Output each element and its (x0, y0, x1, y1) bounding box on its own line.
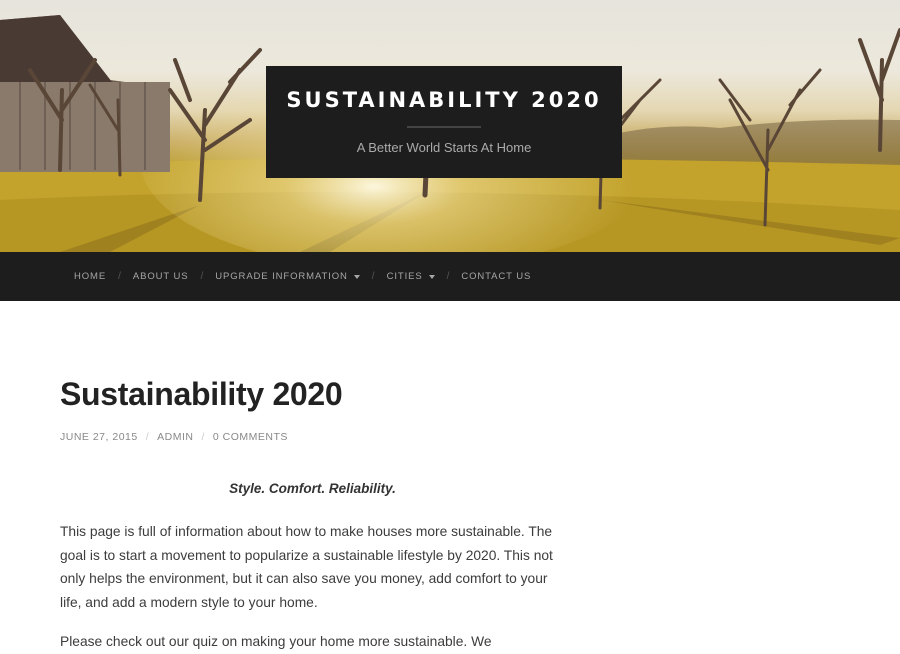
nav-item-contact-us[interactable]: CONTACT US (461, 271, 531, 282)
nav-item-upgrade-information[interactable]: UPGRADE INFORMATION (215, 271, 360, 282)
post-content: Sustainability 2020 JUNE 27, 2015 / ADMI… (60, 376, 565, 654)
nav-item-label: CITIES (386, 271, 423, 282)
nav-separator: / (118, 271, 121, 282)
nav-separator: / (200, 271, 204, 282)
nav-separator: / (446, 271, 450, 282)
dropdown-caret-icon (428, 274, 435, 279)
post-title[interactable]: Sustainability 2020 (60, 376, 565, 413)
title-divider (407, 126, 481, 128)
post-date-link[interactable]: JUNE 27, 2015 (60, 431, 138, 443)
post-meta: JUNE 27, 2015 / ADMIN / 0 COMMENTS (60, 431, 565, 443)
post-tagline: Style. Comfort. Reliability. (229, 481, 396, 496)
meta-separator: / (201, 431, 205, 443)
post-comments-link[interactable]: 0 COMMENTS (213, 431, 288, 443)
post-author-link[interactable]: ADMIN (157, 431, 193, 443)
nav-item-cities[interactable]: CITIES (387, 271, 435, 282)
nav-item-label: HOME (74, 271, 107, 282)
post-paragraph: Please check out our quiz on making your… (60, 634, 492, 650)
site-header: SUSTAINABILITY 2020 A Better World Start… (0, 0, 900, 252)
nav-item-label: ABOUT US (132, 271, 189, 282)
nav-item-label: UPGRADE INFORMATION (215, 271, 348, 282)
site-title[interactable]: SUSTAINABILITY 2020 (266, 88, 622, 112)
post-paragraph: This page is full of information about h… (60, 524, 553, 610)
nav-separator: / (371, 271, 375, 282)
nav-item-label: CONTACT US (461, 271, 532, 282)
site-description: A Better World Starts At Home (356, 140, 532, 155)
nav-item-about-us[interactable]: ABOUT US (133, 271, 189, 282)
nav-item-home[interactable]: HOME (74, 271, 106, 282)
site-branding: SUSTAINABILITY 2020 A Better World Start… (266, 66, 622, 178)
main-navigation: HOME / ABOUT US / UPGRADE INFORMATION / … (0, 252, 900, 301)
meta-separator: / (145, 431, 150, 443)
dropdown-caret-icon (353, 274, 360, 279)
